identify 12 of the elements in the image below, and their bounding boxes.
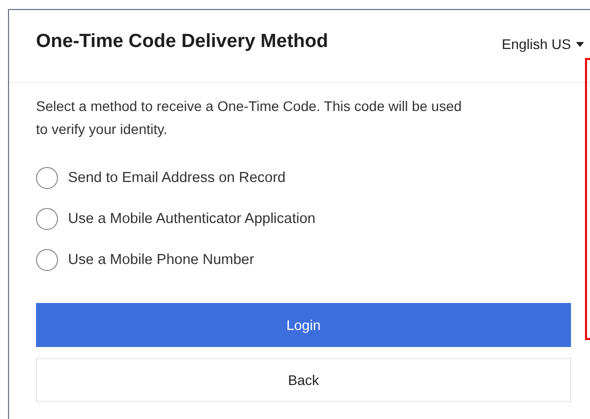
radio-button[interactable]	[36, 208, 58, 230]
radio-button[interactable]	[36, 249, 58, 271]
caret-icon	[576, 42, 584, 46]
radio-button[interactable]	[36, 167, 58, 189]
option-label[interactable]: Send to Email Address on Record	[68, 170, 286, 186]
option-label[interactable]: Use a Mobile Authenticator Application	[68, 211, 316, 227]
login-button[interactable]: Login	[36, 303, 571, 347]
back-button[interactable]: Back	[36, 358, 571, 402]
option-label[interactable]: Use a Mobile Phone Number	[68, 252, 254, 268]
instruction-text: Select a method to receive a One-Time Code. This code will be used to verify your identity.	[36, 97, 463, 139]
dialog-title: One-Time Code Delivery Method	[36, 31, 328, 53]
language-dropdown[interactable]: English US	[502, 36, 584, 52]
